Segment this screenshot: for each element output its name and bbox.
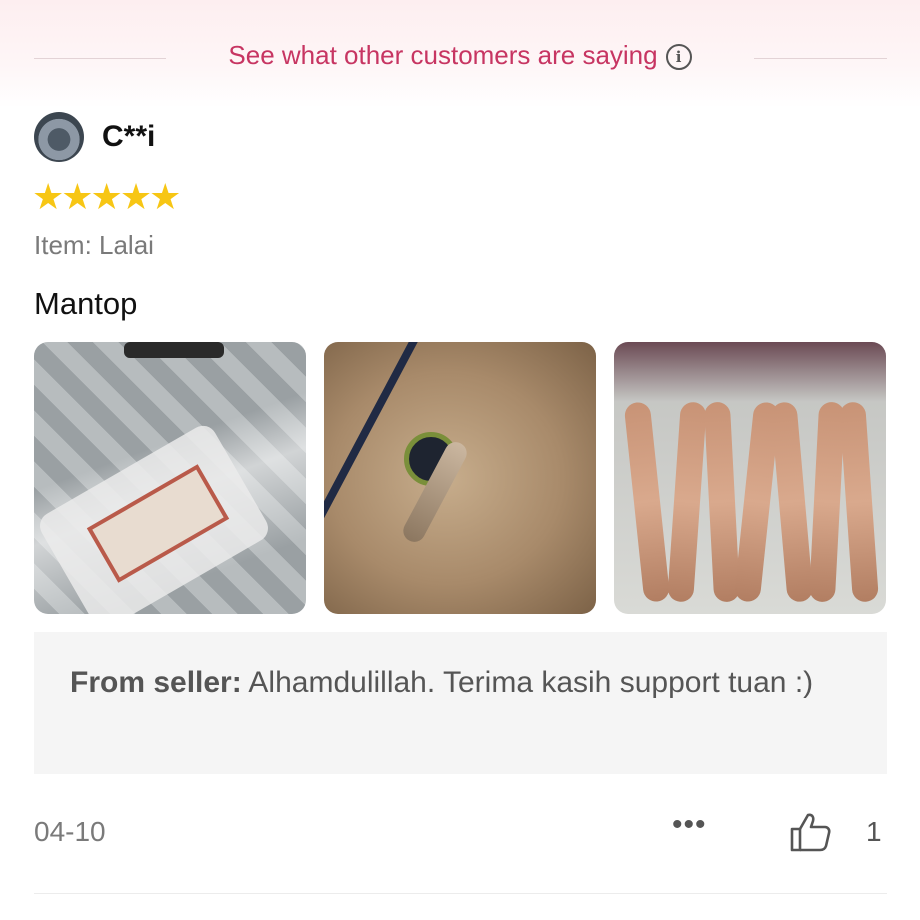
like-count: 1 xyxy=(866,816,882,847)
avatar[interactable] xyxy=(34,112,84,162)
review-date: 04-10 xyxy=(34,816,106,847)
review-section-banner: See what other customers are saying i xyxy=(0,0,920,108)
seller-reply-prefix: From seller: xyxy=(70,666,242,699)
banner-title: See what other customers are saying xyxy=(228,40,658,70)
review-comment: Mantop xyxy=(34,286,138,321)
reviewer-name: C**i xyxy=(102,120,156,153)
review-photo-3[interactable] xyxy=(614,342,886,614)
info-icon[interactable]: i xyxy=(665,44,692,70)
banner-title-row[interactable]: See what other customers are saying i xyxy=(0,40,920,71)
seller-reply-text: Alhamdulillah. Terima kasih support tuan… xyxy=(248,666,814,699)
review-photo-2[interactable] xyxy=(324,342,596,614)
thumbs-up-icon[interactable] xyxy=(788,810,832,854)
item-variant: Item: Lalai xyxy=(34,230,154,260)
divider xyxy=(34,893,887,894)
star-rating: ★★★★★ xyxy=(32,176,181,217)
seller-reply: From seller: Alhamdulillah. Terima kasih… xyxy=(34,632,887,774)
more-options-icon[interactable]: ••• xyxy=(672,808,707,842)
review-photo-1[interactable] xyxy=(34,342,306,614)
